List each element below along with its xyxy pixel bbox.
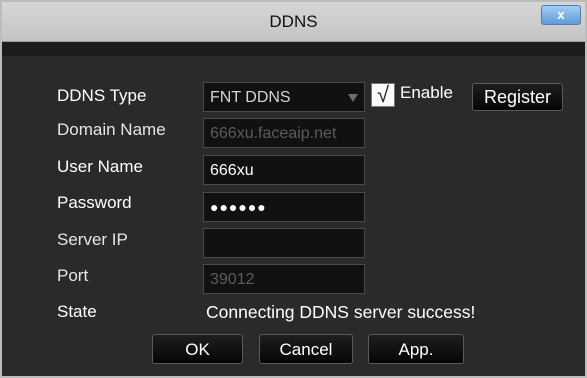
port-label: Port (57, 266, 89, 285)
server-ip-label: Server IP (57, 230, 128, 249)
app-button[interactable]: App. (368, 334, 464, 364)
close-button[interactable]: x (541, 5, 581, 25)
domain-name-field[interactable]: 666xu.faceaip.net (203, 118, 365, 148)
chevron-down-icon (348, 94, 358, 102)
checkmark-icon: √ (376, 82, 390, 107)
close-icon: x (557, 7, 565, 22)
state-value: Connecting DDNS server success! (206, 302, 476, 322)
ddns-type-label: DDNS Type (57, 86, 147, 105)
form-area: DDNS Type FNT DDNS √ Enable Register Dom… (2, 56, 585, 376)
ddns-dialog: DDNS x DDNS Type FNT DDNS √ Enable Regis… (0, 0, 587, 378)
register-button[interactable]: Register (472, 83, 563, 111)
domain-name-label: Domain Name (57, 120, 166, 139)
user-name-field[interactable]: 666xu (203, 155, 365, 185)
header-divider (2, 42, 585, 56)
server-ip-field[interactable] (203, 228, 365, 258)
ok-button[interactable]: OK (152, 334, 243, 364)
dialog-title: DDNS (269, 12, 318, 31)
title-bar: DDNS x (2, 2, 585, 42)
state-label: State (57, 302, 97, 321)
enable-checkbox[interactable]: √ (371, 83, 395, 107)
user-name-label: User Name (57, 157, 143, 176)
password-field[interactable]: ●●●●●● (203, 192, 365, 222)
ddns-type-value: FNT DDNS (210, 89, 291, 106)
cancel-button[interactable]: Cancel (259, 334, 353, 364)
enable-label: Enable (400, 83, 453, 102)
ddns-type-select[interactable]: FNT DDNS (203, 82, 365, 112)
port-field[interactable]: 39012 (203, 264, 365, 294)
password-label: Password (57, 193, 132, 212)
